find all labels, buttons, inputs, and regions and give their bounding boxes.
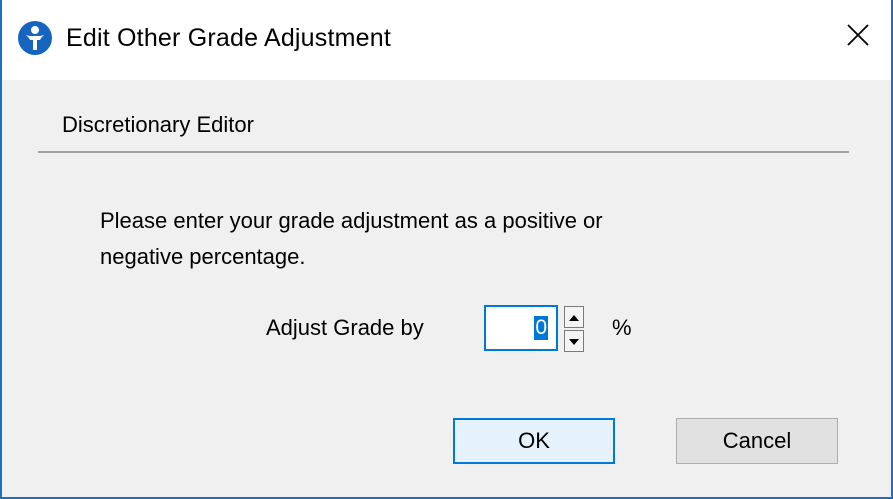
- adjust-grade-value: 0: [534, 316, 548, 340]
- adjust-grade-label: Adjust Grade by: [266, 315, 424, 340]
- window-title: Edit Other Grade Adjustment: [66, 24, 392, 52]
- cancel-button[interactable]: Cancel: [676, 418, 838, 464]
- instructions-text: Please enter your grade adjustment as a …: [100, 203, 720, 275]
- arrow-up-icon: [569, 308, 579, 326]
- spin-down-button[interactable]: [564, 330, 584, 352]
- adjust-grade-input[interactable]: 0: [484, 305, 558, 351]
- arrow-down-icon: [569, 332, 579, 350]
- adjust-grade-spinner: [564, 306, 584, 352]
- instructions-line-1: Please enter your grade adjustment as a …: [100, 208, 603, 233]
- close-icon: [847, 23, 869, 51]
- instructions-line-2: negative percentage.: [100, 244, 306, 269]
- title-bar[interactable]: Edit Other Grade Adjustment: [2, 0, 891, 80]
- section-header: Discretionary Editor: [62, 112, 254, 137]
- close-button[interactable]: [835, 14, 881, 60]
- person-circle-icon: [17, 20, 53, 56]
- dialog-window: Edit Other Grade Adjustment Discretionar…: [0, 0, 893, 499]
- ok-button[interactable]: OK: [453, 418, 615, 464]
- percent-unit-label: %: [612, 315, 632, 340]
- divider: [38, 151, 849, 153]
- spin-up-button[interactable]: [564, 306, 584, 328]
